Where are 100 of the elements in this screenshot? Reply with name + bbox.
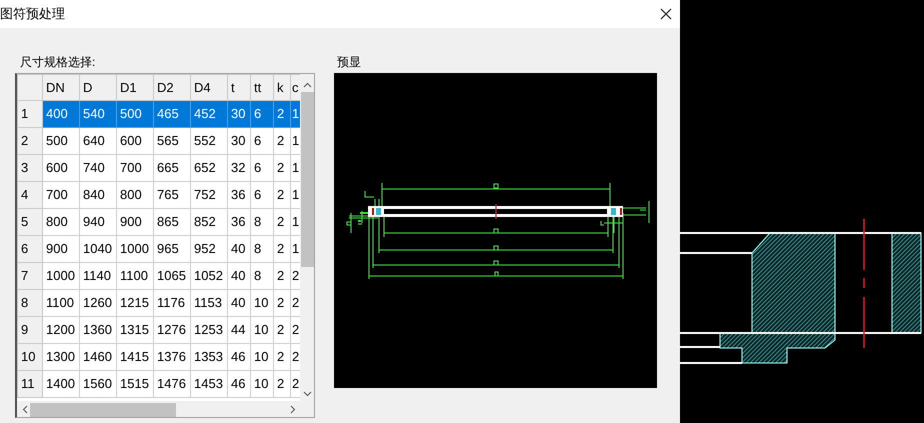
table-cell[interactable]: 840 — [80, 182, 116, 208]
table-cell[interactable]: 640 — [80, 128, 116, 154]
table-cell[interactable]: 1453 — [190, 370, 228, 398]
row-header[interactable]: 2 — [18, 128, 42, 154]
column-header[interactable]: D2 — [154, 74, 190, 100]
table-cell[interactable]: 8 — [250, 236, 274, 262]
table-cell[interactable]: 1260 — [80, 290, 116, 316]
table-cell[interactable]: 6 — [250, 100, 274, 128]
table-cell[interactable]: 1415 — [116, 344, 154, 370]
table-cell[interactable]: 752 — [190, 182, 228, 208]
table-cell[interactable]: 1153 — [190, 290, 228, 316]
table-cell[interactable]: 1100 — [42, 290, 80, 316]
table-cell[interactable]: 1476 — [154, 370, 190, 398]
row-header[interactable]: 11 — [18, 370, 42, 398]
column-header[interactable]: tt — [250, 74, 274, 100]
row-header[interactable]: 6 — [18, 236, 42, 262]
table-cell[interactable]: 900 — [42, 236, 80, 262]
row-header[interactable]: 3 — [18, 154, 42, 182]
table-cell[interactable]: 1100 — [116, 262, 154, 290]
table-cell[interactable]: 2 — [274, 262, 290, 290]
table-cell[interactable]: 600 — [42, 154, 80, 182]
row-header[interactable]: 5 — [18, 208, 42, 236]
table-cell[interactable]: 8 — [250, 208, 274, 236]
table-cell[interactable]: 1215 — [116, 290, 154, 316]
table-cell[interactable]: 44 — [228, 316, 250, 344]
table-cell[interactable]: 1200 — [42, 316, 80, 344]
row-header[interactable]: 7 — [18, 262, 42, 290]
table-cell[interactable]: 30 — [228, 100, 250, 128]
table-cell[interactable]: 452 — [190, 100, 228, 128]
table-cell[interactable]: 2 — [274, 208, 290, 236]
scrollbar-thumb[interactable] — [30, 402, 176, 416]
table-cell[interactable]: 1400 — [42, 370, 80, 398]
table-cell[interactable]: 852 — [190, 208, 228, 236]
table-cell[interactable]: 952 — [190, 236, 228, 262]
close-icon[interactable] — [660, 8, 672, 20]
table-cell[interactable]: 1353 — [190, 344, 228, 370]
scroll-up-icon[interactable] — [303, 82, 312, 88]
table-cell[interactable]: 40 — [228, 262, 250, 290]
table-cell[interactable]: 700 — [116, 154, 154, 182]
table-cell[interactable]: 465 — [154, 100, 190, 128]
table-cell[interactable]: 1315 — [116, 316, 154, 344]
table-cell[interactable]: 865 — [154, 208, 190, 236]
table-cell[interactable]: 6 — [250, 182, 274, 208]
table-cell[interactable]: 40 — [228, 236, 250, 262]
table-cell[interactable]: 700 — [42, 182, 80, 208]
table-cell[interactable]: 46 — [228, 344, 250, 370]
row-header[interactable]: 10 — [18, 344, 42, 370]
column-header[interactable]: t — [228, 74, 250, 100]
table-cell[interactable]: 1140 — [80, 262, 116, 290]
column-header[interactable]: D4 — [190, 74, 228, 100]
table-cell[interactable]: 10 — [250, 370, 274, 398]
table-cell[interactable]: 1276 — [154, 316, 190, 344]
table-cell[interactable]: 652 — [190, 154, 228, 182]
table-cell[interactable]: 2 — [274, 316, 290, 344]
table-cell[interactable]: 2 — [274, 128, 290, 154]
table-cell[interactable]: 740 — [80, 154, 116, 182]
table-cell[interactable]: 2 — [274, 182, 290, 208]
table-cell[interactable]: 8 — [250, 262, 274, 290]
column-header[interactable]: D1 — [116, 74, 154, 100]
table-cell[interactable]: 900 — [116, 208, 154, 236]
table-cell[interactable]: 36 — [228, 182, 250, 208]
table-cell[interactable]: 1360 — [80, 316, 116, 344]
table-cell[interactable]: 1176 — [154, 290, 190, 316]
table-cell[interactable]: 2 — [274, 290, 290, 316]
table-cell[interactable]: 2 — [274, 100, 290, 128]
column-header[interactable]: D — [80, 74, 116, 100]
table-cell[interactable]: 965 — [154, 236, 190, 262]
scroll-down-icon[interactable] — [303, 391, 312, 397]
table-cell[interactable]: 940 — [80, 208, 116, 236]
table-cell[interactable]: 2 — [274, 154, 290, 182]
row-header[interactable]: 9 — [18, 316, 42, 344]
scroll-right-icon[interactable] — [290, 405, 296, 414]
table-cell[interactable]: 30 — [228, 128, 250, 154]
table-cell[interactable]: 765 — [154, 182, 190, 208]
table-cell[interactable]: 32 — [228, 154, 250, 182]
table-cell[interactable]: 1000 — [42, 262, 80, 290]
table-cell[interactable]: 1253 — [190, 316, 228, 344]
table-cell[interactable]: 6 — [250, 154, 274, 182]
table-cell[interactable]: 6 — [250, 128, 274, 154]
table-cell[interactable]: 800 — [116, 182, 154, 208]
table-cell[interactable]: 400 — [42, 100, 80, 128]
scroll-left-icon[interactable] — [22, 405, 28, 414]
table-cell[interactable]: 1300 — [42, 344, 80, 370]
table-cell[interactable]: 10 — [250, 316, 274, 344]
row-header[interactable]: 1 — [18, 100, 42, 128]
table-cell[interactable]: 40 — [228, 290, 250, 316]
table-cell[interactable]: 10 — [250, 290, 274, 316]
table-cell[interactable]: 800 — [42, 208, 80, 236]
table-cell[interactable]: 1040 — [80, 236, 116, 262]
table-cell[interactable]: 500 — [116, 100, 154, 128]
table-cell[interactable]: 540 — [80, 100, 116, 128]
table-cell[interactable]: 46 — [228, 370, 250, 398]
table-cell[interactable]: 2 — [274, 370, 290, 398]
row-header[interactable]: 8 — [18, 290, 42, 316]
table-cell[interactable]: 600 — [116, 128, 154, 154]
table-cell[interactable]: 1515 — [116, 370, 154, 398]
table-cell[interactable]: 1560 — [80, 370, 116, 398]
scrollbar-thumb[interactable] — [301, 92, 314, 267]
table-cell[interactable]: 10 — [250, 344, 274, 370]
table-cell[interactable]: 2 — [274, 344, 290, 370]
